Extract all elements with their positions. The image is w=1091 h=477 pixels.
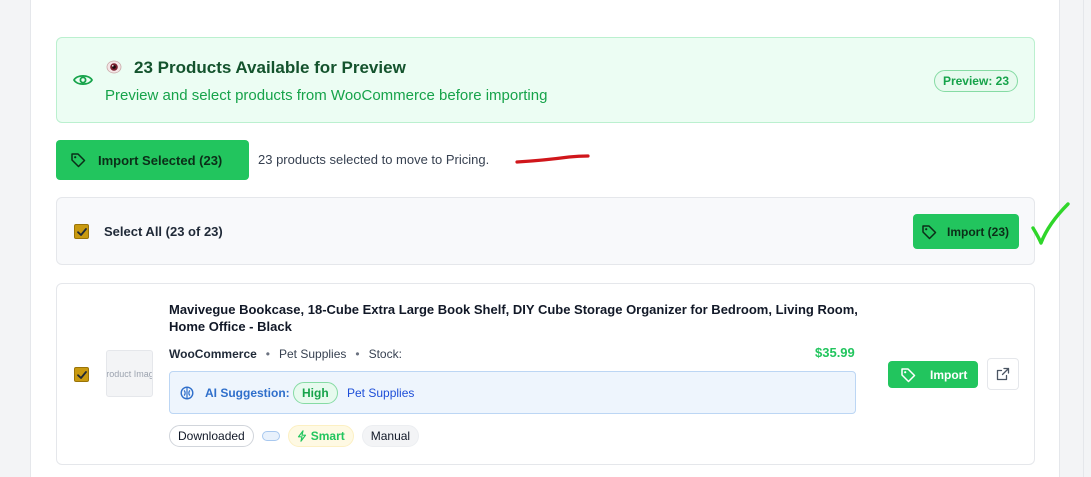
ai-suggestion-label: AI Suggestion:: [205, 386, 290, 400]
bulk-import-button[interactable]: Import (23): [913, 214, 1019, 249]
product-meta: WooCommerce • Pet Supplies • Stock:: [169, 347, 402, 361]
tag-smart: Smart: [287, 425, 354, 447]
product-title: Mavivegue Bookcase, 18-Cube Extra Large …: [169, 302, 858, 334]
check-icon: [77, 371, 87, 379]
ai-suggestion-box: AI Suggestion: High Pet Supplies: [169, 371, 856, 414]
external-link-icon: [996, 367, 1010, 381]
product-import-button[interactable]: Import: [888, 361, 978, 388]
open-external-button[interactable]: [987, 358, 1019, 390]
tag-icon: [71, 153, 86, 168]
eye-emoji-icon: [106, 59, 122, 75]
product-category: Pet Supplies: [279, 347, 347, 361]
meta-separator: •: [265, 347, 270, 361]
suggested-category: Pet Supplies: [347, 386, 415, 400]
green-checkmark-annotation: [1031, 202, 1070, 245]
tag-icon: [901, 367, 916, 382]
tag-icon: [922, 224, 937, 239]
bulk-import-label: Import (23): [947, 224, 1010, 239]
product-checkbox[interactable]: [74, 367, 89, 382]
product-thumbnail: Product Image: [106, 350, 153, 397]
selected-count-note: 23 products selected to move to Pricing.: [258, 152, 490, 167]
scrollbar-edge: [1083, 0, 1091, 477]
banner-title: 23 Products Available for Preview: [134, 58, 406, 77]
tag-smart-label: Smart: [310, 429, 345, 443]
confidence-badge: High: [293, 382, 338, 404]
preview-banner: 23 Products Available for Preview Previe…: [56, 37, 1035, 123]
tag-downloaded: Downloaded: [169, 425, 254, 447]
product-stock: Stock:: [368, 347, 402, 361]
brain-icon: [180, 386, 194, 405]
check-icon: [77, 228, 87, 236]
select-all-label[interactable]: Select All (23 of 23): [104, 224, 223, 239]
select-all-bar: Select All (23 of 23) Import (23): [56, 197, 1035, 265]
banner-subtitle: Preview and select products from WooComm…: [105, 87, 548, 104]
bolt-icon: [297, 430, 306, 442]
import-selected-button[interactable]: Import Selected (23): [56, 140, 249, 180]
thumbnail-alt-text: Product Image: [106, 368, 152, 379]
product-card: Product Image Mavivegue Bookcase, 18-Cub…: [56, 283, 1035, 465]
import-selected-label: Import Selected (23): [98, 152, 223, 168]
eye-icon: [72, 72, 94, 88]
tag-manual: Manual: [361, 425, 420, 447]
tag-empty: [261, 431, 280, 441]
meta-separator: •: [355, 347, 360, 361]
product-price: $35.99: [815, 345, 855, 360]
product-import-label: Import: [930, 367, 968, 382]
select-all-checkbox[interactable]: [74, 224, 89, 239]
red-underline-annotation: [515, 154, 590, 164]
product-tags: Downloaded Smart Manual: [169, 425, 427, 447]
preview-count-badge: Preview: 23: [933, 70, 1018, 92]
product-source: WooCommerce: [169, 347, 257, 361]
